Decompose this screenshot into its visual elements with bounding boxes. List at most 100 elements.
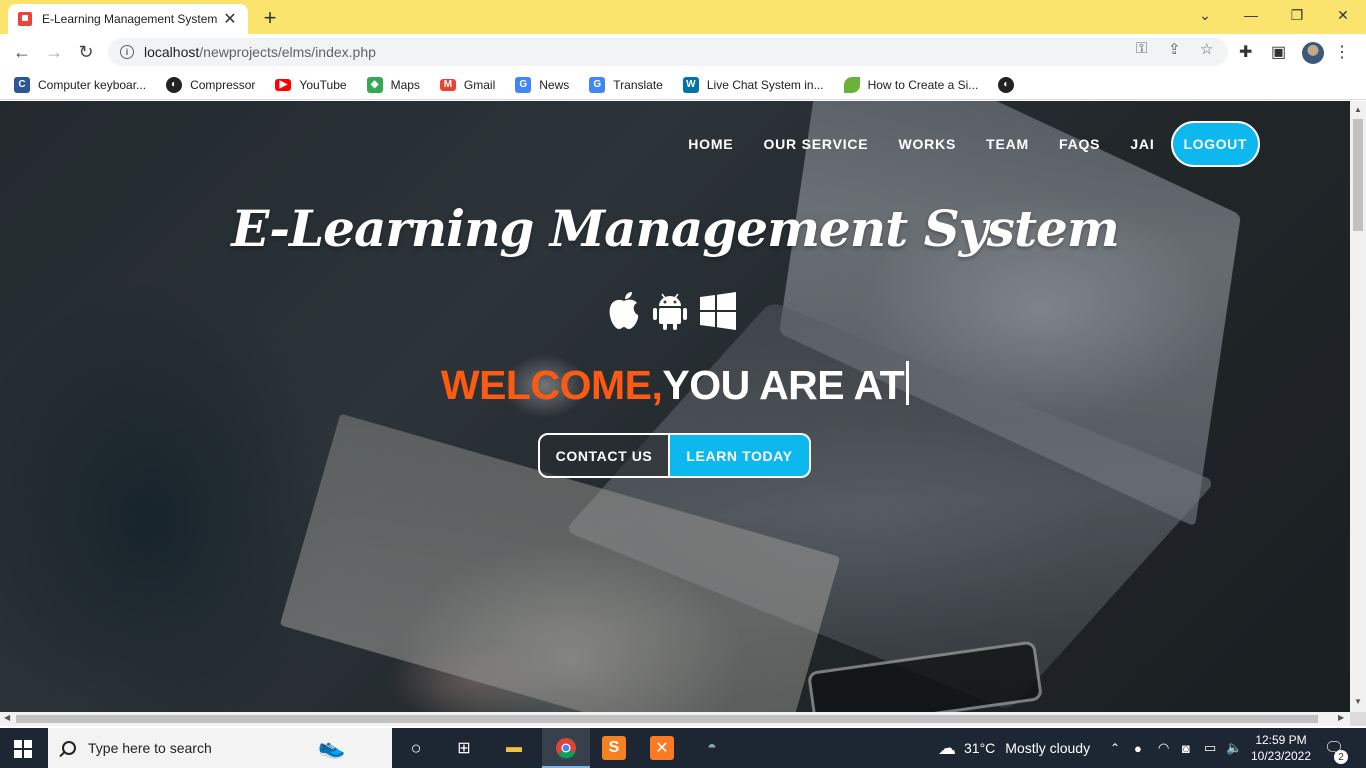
clock-date: 10/23/2022 [1250, 749, 1312, 763]
share-icon[interactable]: ⇪ [1168, 40, 1181, 58]
nav-our-service[interactable]: OUR SERVICE [763, 136, 868, 152]
close-window-button[interactable]: ✕ [1320, 0, 1366, 30]
show-hidden-icons[interactable]: ⌃ [1110, 728, 1120, 768]
gmail-icon: M [439, 78, 456, 91]
task-view-icon[interactable]: ○ [404, 736, 428, 760]
new-tab-button[interactable]: + [258, 5, 282, 31]
taskbar-clock[interactable]: 12:59 PM 10/23/2022 [1246, 732, 1316, 764]
bookmark-item[interactable]: M Gmail [439, 77, 496, 92]
bookmark-item[interactable]: ◐ [998, 76, 1022, 93]
nav-team[interactable]: TEAM [986, 136, 1029, 152]
forward-arrow-icon[interactable]: → [42, 40, 66, 64]
bookmark-item[interactable]: ▶ YouTube [275, 77, 347, 92]
horizontal-scrollbar[interactable]: ◀ ▶ [0, 712, 1350, 726]
bookmark-item[interactable]: ◆ Maps [366, 76, 420, 93]
weather-text: Mostly cloudy [1005, 740, 1091, 756]
page-hero: HOME OUR SERVICE WORKS TEAM FAQS JAI LOG… [0, 101, 1350, 712]
minimize-button[interactable]: — [1228, 0, 1274, 30]
welcome-white: YOU ARE AT [662, 362, 905, 408]
key-icon[interactable]: ⚿ [1136, 40, 1147, 57]
bookmark-item[interactable]: ◐ Compressor [166, 76, 256, 93]
xampp-icon[interactable]: ✕ [650, 736, 674, 760]
address-bar[interactable]: i localhost/newprojects/elms/index.php [108, 38, 1228, 66]
vertical-scrollbar[interactable]: ▲ ▼ [1350, 101, 1366, 712]
platform-icons [606, 291, 738, 331]
bookmarks-bar: C Computer keyboar... ◐ Compressor ▶ YouTub… [0, 70, 1366, 100]
bookmark-label: News [539, 77, 570, 92]
horizontal-scroll-thumb[interactable] [16, 715, 1318, 723]
menu-kebab-icon[interactable]: ⋮ [1334, 42, 1350, 62]
search-highlight-icon: 👟 [318, 734, 346, 759]
bookmark-item[interactable]: G News [515, 76, 570, 93]
learn-today-button[interactable]: LEARN TODAY [670, 433, 811, 478]
site-info-icon[interactable]: i [120, 45, 134, 59]
logout-button[interactable]: LOGOUT [1170, 121, 1260, 167]
tab-favicon-icon [18, 12, 32, 26]
extensions-puzzle-icon[interactable]: ✚ [1239, 42, 1252, 62]
scroll-right-icon[interactable]: ▶ [1338, 713, 1344, 722]
sublime-text-icon[interactable]: S [602, 736, 626, 760]
maps-icon: ◆ [366, 76, 383, 93]
bookmark-label: Gmail [463, 77, 496, 92]
browser-titlebar: E-Learning Management System ✕ + ⌄ — ❐ ✕ [0, 0, 1366, 34]
bookmark-label: Translate [613, 77, 663, 92]
hero-title: E-Learning Management System [231, 199, 1120, 258]
nav-faqs[interactable]: FAQS [1059, 136, 1100, 152]
wifi-icon[interactable]: ◠ [1158, 728, 1169, 768]
vertical-scroll-thumb[interactable] [1353, 119, 1363, 231]
bookmark-item[interactable]: How to Create a Si... [843, 76, 979, 93]
bookmark-label: YouTube [299, 77, 347, 92]
notification-count: 2 [1334, 750, 1348, 764]
bookmark-item[interactable]: G Translate [589, 76, 663, 93]
windows-taskbar: Type here to search 👟 ○ ⊞ ▬ S ✕ ◓ ☁ 31°C… [0, 728, 1366, 768]
scroll-up-icon[interactable]: ▲ [1354, 105, 1362, 114]
battery-icon[interactable]: ▭ [1204, 728, 1216, 768]
widgets-icon[interactable]: ⊞ [452, 736, 476, 760]
weather-temp: 31°C [964, 740, 996, 756]
profile-avatar[interactable] [1302, 42, 1324, 64]
news-icon: G [515, 76, 532, 93]
windows-icon [700, 292, 736, 330]
weather-widget[interactable]: ☁ 31°C Mostly cloudy [938, 728, 1090, 768]
browser-tab[interactable]: E-Learning Management System ✕ [8, 4, 248, 34]
tray-app-icon[interactable]: ● [1134, 728, 1142, 768]
tab-title: E-Learning Management System [42, 12, 218, 26]
cloud-icon: ☁ [938, 737, 956, 758]
maximize-button[interactable]: ❐ [1274, 0, 1320, 30]
bookmark-star-icon[interactable]: ☆ [1200, 40, 1213, 58]
tab-close-icon[interactable]: ✕ [222, 9, 238, 29]
bookmark-label: How to Create a Si... [867, 77, 979, 92]
chrome-icon[interactable] [554, 736, 578, 760]
tab-search-chevron-icon[interactable]: ⌄ [1182, 0, 1228, 30]
clock-time: 12:59 PM [1255, 733, 1307, 747]
back-arrow-icon[interactable]: ← [10, 40, 34, 64]
bookmark-item[interactable]: W Live Chat System in... [682, 76, 824, 93]
translate-icon: G [589, 76, 606, 93]
scroll-left-icon[interactable]: ◀ [4, 713, 10, 722]
apple-icon [609, 292, 639, 329]
side-panel-icon[interactable]: ▣ [1271, 42, 1286, 62]
contact-us-button[interactable]: CONTACT US [538, 433, 670, 478]
bookmark-label: Compressor [190, 77, 256, 92]
wordpress-icon: W [682, 76, 699, 93]
bookmark-item[interactable]: C Computer keyboar... [14, 76, 146, 93]
reload-icon[interactable]: ↻ [74, 40, 98, 64]
notifications-icon[interactable]: 🗨 2 [1324, 728, 1348, 768]
browser-toolbar: ← → ↻ i localhost/newprojects/elms/index… [0, 34, 1366, 70]
url-host: localhost [144, 44, 200, 60]
compressor-icon: ◐ [166, 76, 183, 93]
nav-works[interactable]: WORKS [898, 136, 956, 152]
file-explorer-icon[interactable]: ▬ [502, 736, 526, 760]
taskbar-search-box[interactable]: Type here to search 👟 [48, 728, 392, 768]
bookmark-label: Live Chat System in... [706, 77, 824, 92]
scrollbar-corner [1350, 712, 1366, 726]
windows-start-icon[interactable] [14, 740, 32, 758]
meet-now-icon[interactable]: ◙ [1182, 728, 1190, 768]
keyboard-icon: C [14, 76, 30, 93]
app-icon[interactable]: ◓ [700, 736, 724, 760]
scroll-down-icon[interactable]: ▼ [1354, 697, 1362, 706]
volume-icon[interactable]: 🔈 [1226, 728, 1242, 768]
nav-home[interactable]: HOME [688, 136, 733, 152]
globe-icon: ◐ [998, 76, 1015, 93]
nav-user[interactable]: JAI [1130, 136, 1154, 152]
